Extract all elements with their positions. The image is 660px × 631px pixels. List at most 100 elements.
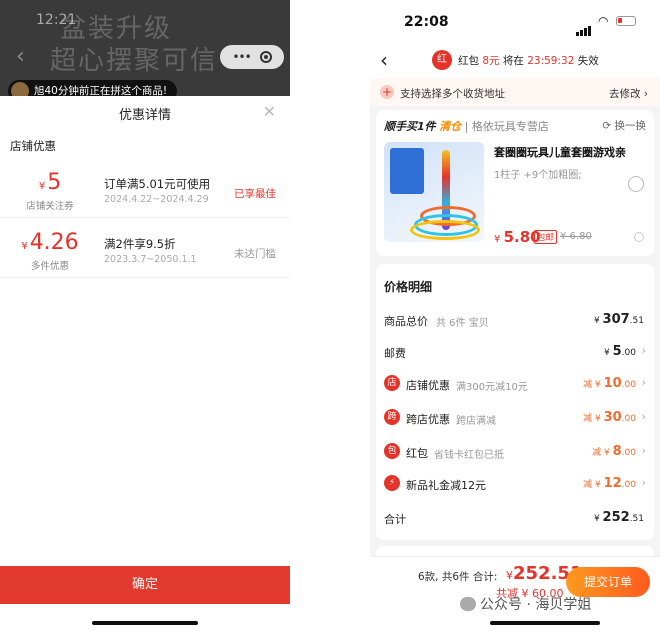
red-packet-countdown: 红包 8元 将在 23:59:32 失效 xyxy=(458,53,599,68)
chevron-right-icon: › xyxy=(641,476,646,489)
row-value-prefix: ¥ xyxy=(593,514,603,524)
row-value-cents: .00 xyxy=(621,448,636,458)
row-value: ¥ 307.51 xyxy=(594,312,644,327)
shop-name[interactable]: | 格依玩具专营店 xyxy=(465,120,549,133)
row-value-cents: .00 xyxy=(621,480,636,490)
status-time: 22:08 xyxy=(404,14,449,30)
row-value-prefix: ¥ xyxy=(604,348,613,358)
close-icon[interactable]: ✕ xyxy=(263,102,276,121)
free-shipping-tag: 包邮 xyxy=(534,230,558,244)
currency-symbol: ¥ xyxy=(506,569,513,582)
shop-discount-icon: 店 xyxy=(384,375,400,391)
left-bg-title-2: 超心摆聚可信 xyxy=(50,46,219,76)
price-row-shop-discount[interactable]: 店 店铺优惠 满300元减10元 减 ¥ 10.00 › xyxy=(376,374,654,394)
row-value-cents: .51 xyxy=(629,514,644,524)
row-value: 减 ¥ 30.00 xyxy=(583,410,636,425)
product-image[interactable] xyxy=(384,142,484,242)
packet-amount: 8元 xyxy=(482,55,500,67)
row-label: 红包 xyxy=(406,447,428,460)
coupon-amount: ¥5 xyxy=(0,170,100,195)
row-value-cents: .00 xyxy=(621,380,636,390)
left-screen: 12:21 盆装升级 ‹ 超心摆聚可信 ••• 旭40分钟前正在拼这个商品! 优… xyxy=(0,0,290,631)
battery-icon xyxy=(616,16,636,26)
product-spec[interactable]: 1柱子 +9个加粗圈; xyxy=(494,166,582,181)
lightning-icon: ⚡ xyxy=(384,475,400,491)
right-screen: 22:08 ◠ ‹ 红 红包 8元 将在 23:59:32 失效 + 支持选择多… xyxy=(370,0,660,631)
product-name[interactable]: 套圈圈玩具儿童套圈游戏亲 xyxy=(494,144,626,160)
product-box-graphic xyxy=(390,148,424,194)
price-row-total: 商品总价 共 6件 宝贝 ¥ 307.51 xyxy=(376,310,654,330)
coupon-type: 多件优惠 xyxy=(30,261,69,272)
watermark: 公众号 · 海贝学姐 xyxy=(460,594,591,614)
row-label: 跨店优惠 xyxy=(406,413,450,426)
row-value-prefix: ¥ xyxy=(593,316,603,326)
coupon-condition: 订单满5.01元可使用 xyxy=(104,177,211,191)
coupon-condition: 满2件享9.5折 xyxy=(104,237,176,251)
row-value-prefix: 减 ¥ xyxy=(583,380,604,390)
discount-sheet: 优惠详情 ✕ 店铺优惠 ¥5 店铺关注券 订单满5.01元可使用 2024.4.… xyxy=(0,96,290,631)
nav-bar: ‹ 红 红包 8元 将在 23:59:32 失效 xyxy=(370,42,660,78)
cross-shop-icon: 跨 xyxy=(384,409,400,425)
confirm-button[interactable]: 确定 xyxy=(0,566,290,604)
status-bar: 22:08 ◠ xyxy=(370,0,660,42)
coupon-item[interactable]: ¥4.26 多件优惠 满2件享9.5折 2023.3.7~2050.1.1 未达… xyxy=(0,220,290,278)
back-icon[interactable]: ‹ xyxy=(380,48,388,72)
row-value-cents: .51 xyxy=(629,316,644,326)
row-value: 减 ¥ 10.00 xyxy=(583,376,636,391)
coupon-date: 2023.3.7~2050.1.1 xyxy=(104,254,197,265)
row-desc: 跨店满减 xyxy=(456,416,496,427)
row-label: 商品总价 xyxy=(384,315,428,328)
row-value: 减 ¥ 12.00 xyxy=(583,476,636,491)
row-label: 合计 xyxy=(384,513,406,526)
row-value-cents: .00 xyxy=(621,414,636,424)
price-row-shipping[interactable]: 邮费 ¥ 5.00 › xyxy=(376,342,654,362)
address-text: 支持选择多个收货地址 xyxy=(400,88,505,100)
modify-address-link[interactable]: 去修改 › xyxy=(609,86,648,101)
swap-button[interactable]: ⟳ 换一换 xyxy=(602,118,646,133)
coupon-date: 2024.4.22~2024.4.29 xyxy=(104,194,209,205)
row-label: 店铺优惠 xyxy=(406,379,450,392)
back-icon[interactable]: ‹ xyxy=(16,44,25,69)
packet-mid: 将在 xyxy=(502,55,524,67)
clearance-tag: 清仓 xyxy=(439,120,462,133)
original-price: ¥ 6.80 xyxy=(560,231,592,242)
coupon-type: 店铺关注券 xyxy=(26,201,74,212)
address-bar[interactable]: + 支持选择多个收货地址 去修改 › xyxy=(370,78,660,106)
item-count: 6款, 共6件 合计: xyxy=(418,571,498,583)
price-detail-title: 价格明细 xyxy=(384,280,433,294)
row-label: 邮费 xyxy=(384,347,406,360)
bundle-header: 顺手买1件 清仓 | 格依玩具专营店 xyxy=(384,118,549,134)
plus-icon: + xyxy=(380,85,394,99)
price-row-sum: 合计 ¥ 252.51 xyxy=(376,508,654,528)
coupon-amount: ¥4.26 xyxy=(0,230,100,255)
coupon-item[interactable]: ¥5 店铺关注券 订单满5.01元可使用 2024.4.22~2024.4.29… xyxy=(0,160,290,218)
coupon-value: 5 xyxy=(47,170,62,195)
miniapp-capsule[interactable]: ••• xyxy=(220,45,284,69)
row-label: 新品礼金减12元 xyxy=(406,479,486,492)
submit-order-button[interactable]: 提交订单 xyxy=(566,567,650,597)
red-packet-icon: 包 xyxy=(384,443,400,459)
row-value: 减 ¥ 8.00 xyxy=(592,444,636,459)
row-value-main: 12 xyxy=(603,476,622,491)
red-packet-icon: 红 xyxy=(432,50,452,70)
watermark-text: 公众号 · 海贝学姐 xyxy=(480,597,592,613)
more-icon[interactable]: ••• xyxy=(232,50,251,64)
price-detail-card: 价格明细 商品总价 共 6件 宝贝 ¥ 307.51 邮费 ¥ 5.00 › 店… xyxy=(376,264,654,540)
row-value-main: 8 xyxy=(612,444,622,459)
row-value-main: 307 xyxy=(602,312,630,327)
signal-icon xyxy=(576,17,592,36)
wifi-icon: ◠ xyxy=(598,14,609,28)
price-row-new-gift[interactable]: ⚡ 新品礼金减12元 减 ¥ 12.00 › xyxy=(376,474,654,494)
info-icon[interactable] xyxy=(634,232,644,242)
price-row-cross-shop[interactable]: 跨 跨店优惠 跨店满减 减 ¥ 30.00 › xyxy=(376,408,654,428)
row-value: ¥ 252.51 xyxy=(594,510,644,525)
row-desc: 省钱卡红包已抵 xyxy=(434,450,504,461)
price-row-red-packet[interactable]: 包 红包 省钱卡红包已抵 减 ¥ 8.00 › xyxy=(376,442,654,462)
row-desc: 满300元减10元 xyxy=(456,382,528,393)
product-select-radio[interactable] xyxy=(628,176,644,192)
packet-suffix: 失效 xyxy=(577,55,599,67)
currency-symbol: ¥ xyxy=(494,234,501,245)
sheet-title: 优惠详情 xyxy=(118,108,171,123)
close-miniapp-icon[interactable] xyxy=(259,51,272,63)
row-value: ¥ 5.00 xyxy=(604,344,636,359)
